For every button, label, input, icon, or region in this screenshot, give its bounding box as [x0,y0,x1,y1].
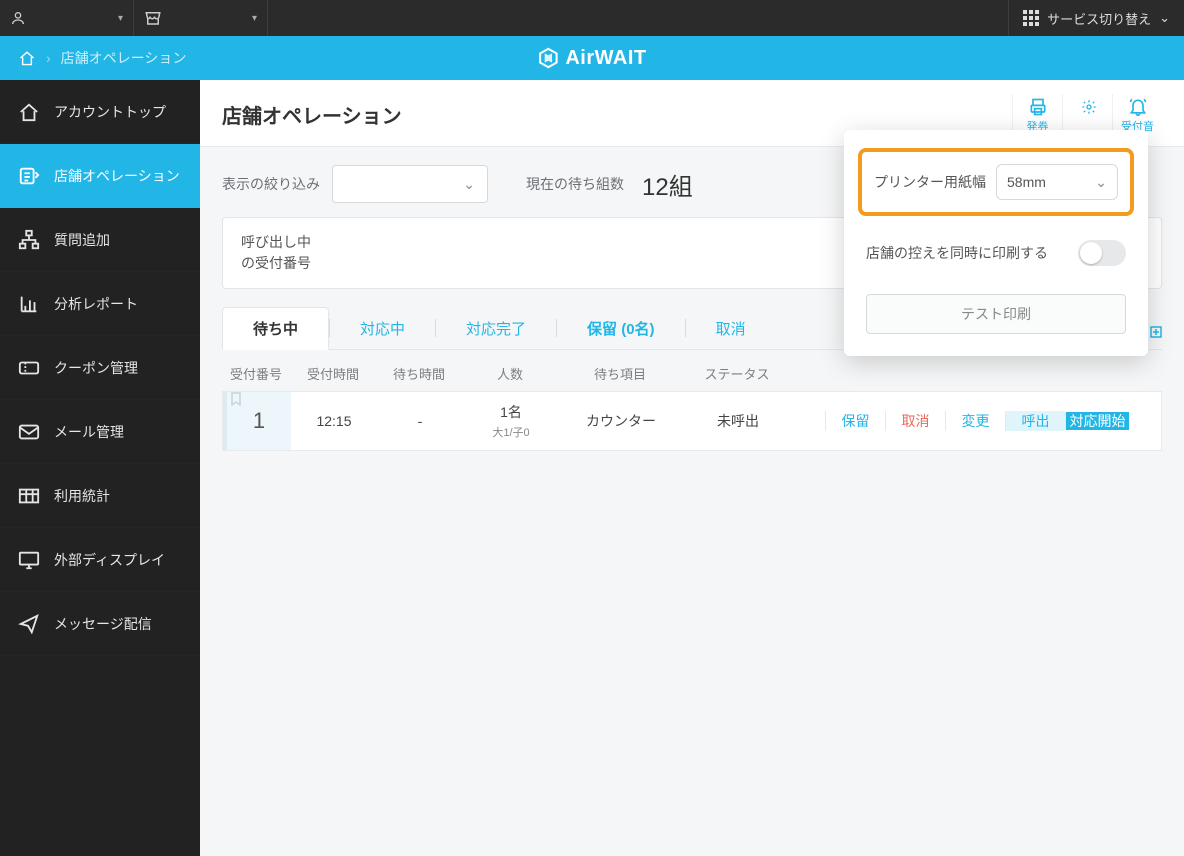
breadcrumb-current: 店舗オペレーション [61,48,187,68]
user-icon [10,10,26,26]
sidebar-item-stats[interactable]: 利用統計 [0,464,200,528]
chevron-down-icon: ▾ [252,13,257,24]
mail-icon [18,421,40,443]
wait-count-value: 12組 [642,167,693,202]
action-cancel[interactable]: 取消 [885,411,945,431]
breadcrumb-sep: › [46,50,51,66]
top-bar: ▾ ▾ サービス切り替え ⌄ [0,0,1184,36]
sidebar-label: 利用統計 [54,486,110,506]
sidebar-label: メッセージ配信 [54,614,152,634]
brand-bar: › 店舗オペレーション AirWAIT [0,36,1184,80]
sidebar-label: メール管理 [54,422,124,442]
sidebar-item-add-question[interactable]: 質問追加 [0,208,200,272]
tab-inprogress[interactable]: 対応中 [330,308,435,349]
service-switch[interactable]: サービス切り替え ⌄ [1008,0,1184,36]
printer-settings-popover: プリンター用紙幅 58mm ⌄ 店舗の控えを同時に印刷する テスト印刷 [844,130,1148,356]
filter-label: 表示の絞り込み [222,174,320,194]
sidebar-label: 店舗オペレーション [54,166,180,186]
filter-dropdown[interactable]: ⌄ [332,165,488,203]
send-icon [18,613,40,635]
chevron-down-icon: ⌄ [1095,174,1107,191]
ticket-list-icon [18,165,40,187]
cell-num: 1 [223,392,291,450]
page-title: 店舗オペレーション [222,100,402,129]
bookmark-icon [231,392,241,406]
table-row: 1 12:15 - 1名 大1/子0 カウンター 未呼出 保留 取消 変更 呼出… [222,391,1162,451]
sidebar: アカウントトップ 店舗オペレーション 質問追加 分析レポート クーポン管理 メー… [0,80,200,856]
tool-settings[interactable] [1062,94,1112,134]
expand-icon [1150,326,1162,338]
wait-count-label: 現在の待ち組数 [526,174,624,194]
th-time: 受付時間 [290,364,376,383]
cell-wait: - [377,392,463,450]
chart-icon [18,293,40,315]
monitor-icon [18,549,40,571]
paper-width-select[interactable]: 58mm ⌄ [996,164,1118,200]
th-people: 人数 [462,364,558,383]
printer-icon [1013,96,1062,118]
sidebar-item-display[interactable]: 外部ディスプレイ [0,528,200,592]
logo-icon [537,47,559,69]
gear-icon [1081,99,1097,115]
sidebar-item-account-top[interactable]: アカウントトップ [0,80,200,144]
cell-item: カウンター [559,392,683,450]
duplicate-print-label: 店舗の控えを同時に印刷する [866,243,1048,263]
cell-status: 未呼出 [683,392,793,450]
th-num: 受付番号 [222,364,290,383]
main: 店舗オペレーション 発券 受付音 表示の絞り込み ⌄ [200,80,1184,856]
tab-cancel[interactable]: 取消 [686,308,776,349]
bell-icon [1113,96,1162,118]
tab-hold[interactable]: 保留 (0名) [557,308,685,349]
apps-grid-icon [1023,10,1039,26]
paper-width-label: プリンター用紙幅 [874,172,986,192]
brand-logo: AirWAIT [537,47,646,70]
table-icon [18,485,40,507]
brand-name: AirWAIT [565,47,646,70]
store-icon [144,10,162,26]
tool-ticket[interactable]: 発券 [1012,94,1062,134]
duplicate-print-row: 店舗の控えを同時に印刷する [858,216,1134,272]
tab-done[interactable]: 対応完了 [436,308,556,349]
chevron-down-icon: ⌄ [463,176,475,193]
breadcrumb: › 店舗オペレーション [0,48,186,68]
chevron-down-icon: ⌄ [1159,10,1170,26]
sidebar-label: 分析レポート [54,294,138,314]
duplicate-print-toggle[interactable] [1078,240,1126,266]
service-switch-label: サービス切り替え [1047,9,1151,28]
sidebar-item-message[interactable]: メッセージ配信 [0,592,200,656]
action-change[interactable]: 変更 [945,411,1005,431]
action-call[interactable]: 呼出 [1005,411,1065,431]
tab-waiting[interactable]: 待ち中 [222,307,329,350]
sidebar-item-mail[interactable]: メール管理 [0,400,200,464]
th-wait: 待ち時間 [376,364,462,383]
test-print-button[interactable]: テスト印刷 [866,294,1126,334]
store-dropdown[interactable]: ▾ [134,0,268,36]
home-icon[interactable] [18,50,36,66]
chevron-down-icon: ▾ [118,13,123,24]
user-dropdown[interactable]: ▾ [0,0,134,36]
sidebar-label: アカウントトップ [54,102,166,122]
tool-sound[interactable]: 受付音 [1112,94,1162,134]
th-status: ステータス [682,364,792,383]
tree-icon [18,229,40,251]
sidebar-item-store-operation[interactable]: 店舗オペレーション [0,144,200,208]
cell-people: 1名 大1/子0 [463,392,559,450]
coupon-icon [18,357,40,379]
sidebar-label: 質問追加 [54,230,110,250]
th-item: 待ち項目 [558,364,682,383]
sidebar-item-report[interactable]: 分析レポート [0,272,200,336]
sidebar-label: 外部ディスプレイ [54,550,165,570]
table-header: 受付番号 受付時間 待ち時間 人数 待ち項目 ステータス [222,358,1162,391]
action-hold[interactable]: 保留 [825,411,885,431]
sidebar-item-coupon[interactable]: クーポン管理 [0,336,200,400]
action-start[interactable]: 対応開始 [1065,412,1129,430]
home-icon [18,101,40,123]
sidebar-label: クーポン管理 [54,358,138,378]
paper-width-row: プリンター用紙幅 58mm ⌄ [858,148,1134,216]
cell-time: 12:15 [291,392,377,450]
